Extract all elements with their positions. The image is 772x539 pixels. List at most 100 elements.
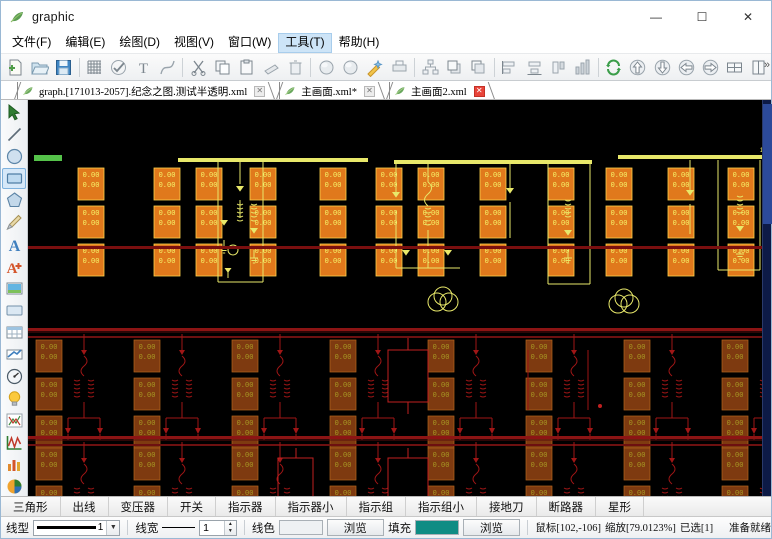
align-center-icon[interactable]: [523, 55, 545, 79]
menu-bar: 文件(F)编辑(E)绘图(D)视图(V)窗口(W)工具(T)帮助(H): [1, 32, 771, 53]
menu-help[interactable]: 帮助(H): [332, 33, 387, 53]
svg-text:0.00: 0.00: [381, 182, 398, 190]
check-select-icon[interactable]: [108, 55, 130, 79]
tab-main-screen-2[interactable]: 主画面2.xml✕: [389, 82, 491, 100]
line-type-label: 线型: [6, 520, 29, 536]
text-icon[interactable]: T: [132, 55, 154, 79]
slider-tool[interactable]: [2, 344, 26, 365]
palette-indicator-group[interactable]: 指示组: [347, 497, 407, 516]
line-color-swatch[interactable]: [279, 520, 323, 535]
tab-graph-memorial[interactable]: graph.[171013-2057].纪念之图.测试半透明.xml✕: [17, 82, 271, 100]
maximize-button[interactable]: ☐: [679, 1, 725, 32]
move-up-icon[interactable]: [627, 55, 649, 79]
line-type-combo[interactable]: 1 ▼: [33, 520, 120, 536]
canvas-vertical-scrollbar[interactable]: [762, 100, 771, 496]
svg-text:0.00: 0.00: [553, 258, 570, 266]
rectangle-tool[interactable]: [2, 168, 26, 189]
tab-main-screen[interactable]: 主画面.xml*✕: [279, 82, 381, 100]
lamp-indicator-tool[interactable]: [2, 388, 26, 409]
distribute-icon[interactable]: [571, 55, 593, 79]
move-left-icon[interactable]: [675, 55, 697, 79]
ellipse-tool[interactable]: [2, 146, 26, 167]
zoom-out-circle-icon[interactable]: [340, 55, 362, 79]
move-right-icon[interactable]: [699, 55, 721, 79]
menu-window[interactable]: 窗口(W): [221, 33, 278, 53]
tab-close-icon[interactable]: ✕: [474, 86, 485, 97]
line-chart-tool[interactable]: [2, 432, 26, 453]
palette-indicator[interactable]: 指示器: [216, 497, 276, 516]
separator: [127, 520, 128, 535]
fill-color-browse-button[interactable]: 浏览: [463, 519, 521, 536]
save-icon[interactable]: [52, 55, 74, 79]
select-pointer-tool[interactable]: [2, 102, 26, 123]
move-down-icon[interactable]: [651, 55, 673, 79]
fill-label: 填充: [388, 520, 411, 536]
pencil-tool[interactable]: [2, 212, 26, 233]
align-left-icon[interactable]: [499, 55, 521, 79]
chevron-down-icon[interactable]: ▼: [106, 521, 119, 535]
image-tool[interactable]: [2, 278, 26, 299]
svg-text:0.00: 0.00: [727, 344, 744, 352]
minimize-button[interactable]: —: [633, 1, 679, 32]
menu-view[interactable]: 视图(V): [167, 33, 221, 53]
bar-chart-tool[interactable]: [2, 454, 26, 475]
bring-front-icon[interactable]: [443, 55, 465, 79]
zoom-in-circle-icon[interactable]: [315, 55, 337, 79]
add-text-tool[interactable]: A: [2, 256, 26, 277]
palette-transformer[interactable]: 变压器: [109, 497, 169, 516]
cut-scissors-icon[interactable]: [187, 55, 209, 79]
svg-text:0.00: 0.00: [41, 382, 58, 390]
tab-close-icon[interactable]: ✕: [364, 86, 375, 97]
paste-icon[interactable]: [236, 55, 258, 79]
palette-indicator-group-small[interactable]: 指示组小: [406, 497, 477, 516]
palette-earthing-switch[interactable]: 接地刀: [477, 497, 537, 516]
menu-draw[interactable]: 绘图(D): [112, 33, 167, 53]
scatter-chart-tool[interactable]: [2, 410, 26, 431]
cad-drawing-canvas[interactable]: 0.000.000.000.000.000.000.000.000.000.00…: [28, 100, 762, 496]
menu-edit[interactable]: 编辑(E): [58, 33, 112, 53]
group-tree-icon[interactable]: [419, 55, 441, 79]
copy-icon[interactable]: [212, 55, 234, 79]
document-tab-strip: graph.[171013-2057].纪念之图.测试半透明.xml✕ 主画面.x…: [1, 81, 771, 100]
palette-circuit-breaker[interactable]: 断路器: [537, 497, 597, 516]
stepper-arrows[interactable]: ▲ ▼: [224, 521, 236, 535]
stepper-down-icon[interactable]: ▼: [225, 528, 236, 535]
close-button[interactable]: ✕: [725, 1, 771, 32]
scrollbar-thumb[interactable]: [763, 104, 772, 224]
menu-file[interactable]: 文件(F): [5, 33, 58, 53]
polygon-tool[interactable]: [2, 190, 26, 211]
palette-indicator-small[interactable]: 指示器小: [276, 497, 347, 516]
table-tool[interactable]: [2, 322, 26, 343]
toolbar-separator: [414, 58, 415, 77]
line-width-stepper[interactable]: 1 ▲ ▼: [199, 520, 237, 536]
open-folder-icon[interactable]: [28, 55, 50, 79]
undo-arrow-icon[interactable]: [260, 55, 282, 79]
palette-star[interactable]: 星形: [596, 497, 644, 516]
pie-chart-tool[interactable]: [2, 476, 26, 496]
split-horizontal-icon[interactable]: [724, 55, 746, 79]
print-icon[interactable]: [388, 55, 410, 79]
menu-tools[interactable]: 工具(T): [278, 33, 331, 53]
grid-icon[interactable]: [84, 55, 106, 79]
fill-color-swatch[interactable]: [415, 520, 459, 535]
gauge-tool[interactable]: [2, 366, 26, 387]
new-file-icon[interactable]: [4, 55, 26, 79]
tab-close-icon[interactable]: ✕: [254, 86, 265, 97]
palette-triangle[interactable]: 三角形: [1, 497, 61, 516]
palette-switch[interactable]: 开关: [168, 497, 216, 516]
curve-icon[interactable]: [156, 55, 178, 79]
delete-trash-icon[interactable]: [284, 55, 306, 79]
line-color-browse-button[interactable]: 浏览: [327, 519, 385, 536]
svg-text:0.00: 0.00: [611, 248, 628, 256]
panel-tool[interactable]: [2, 300, 26, 321]
refresh-icon[interactable]: [603, 55, 625, 79]
text-tool[interactable]: A: [2, 234, 26, 255]
stepper-up-icon[interactable]: ▲: [225, 521, 236, 528]
palette-outgoing-line[interactable]: 出线: [61, 497, 109, 516]
magic-wand-icon[interactable]: [364, 55, 386, 79]
send-back-icon[interactable]: [468, 55, 490, 79]
align-top-icon[interactable]: [547, 55, 569, 79]
svg-text:0.00: 0.00: [159, 248, 176, 256]
line-tool[interactable]: [2, 124, 26, 145]
toolbar-overflow-icon[interactable]: »: [764, 59, 769, 71]
